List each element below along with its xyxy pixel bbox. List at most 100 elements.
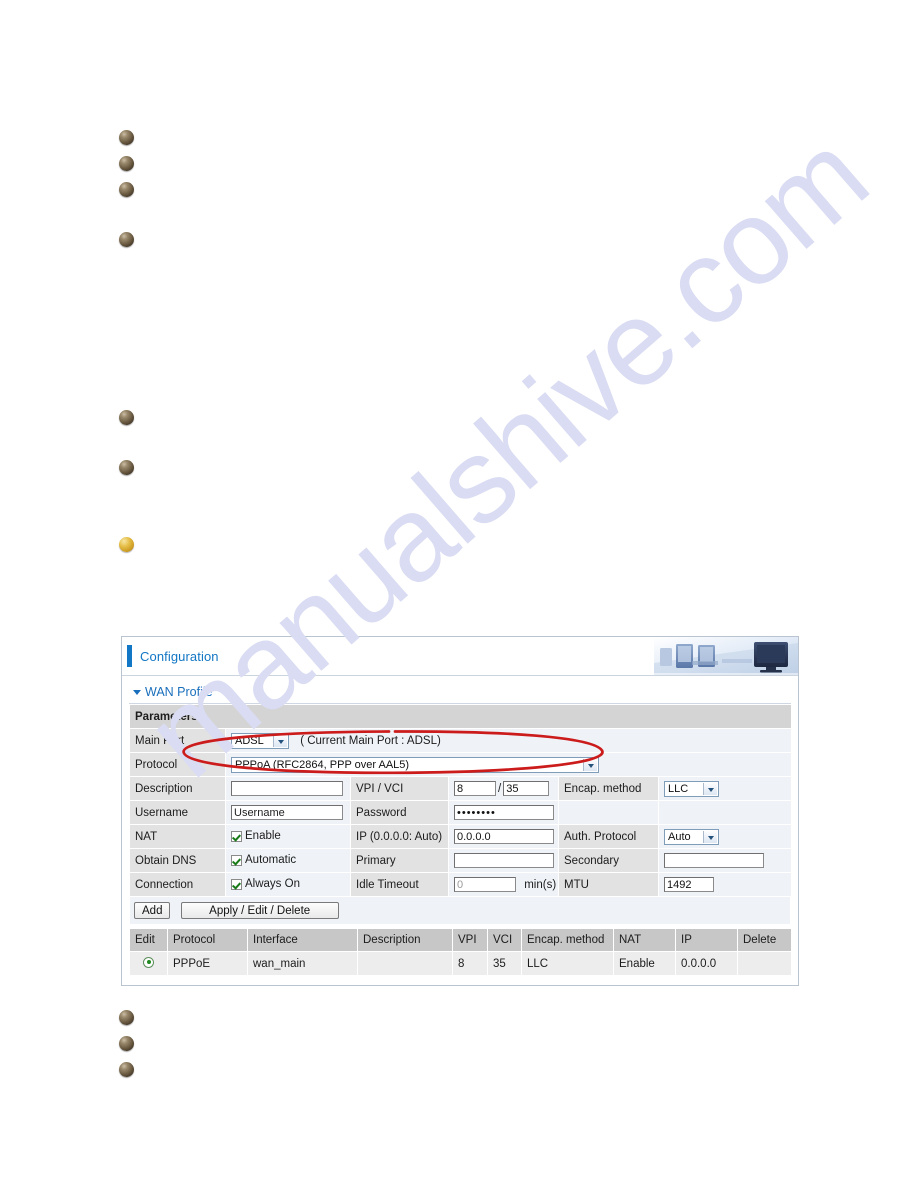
obtain-dns-automatic-checkbox[interactable]: Automatic (231, 854, 296, 866)
bullet-marker-2 (119, 156, 134, 171)
row-vpi: 8 (452, 951, 488, 976)
row-encap-method: LLC (521, 951, 614, 976)
bullet-marker-9 (119, 1036, 134, 1051)
bullet-marker-4 (119, 232, 134, 247)
ip-cell: 0.0.0.0 (448, 824, 559, 849)
page-title: Configuration (140, 648, 219, 664)
router-config-panel: Configuration WAN Profile Parameters Mai… (121, 636, 799, 986)
connection-always-on-checkbox[interactable]: Always On (231, 878, 300, 890)
collapse-triangle-icon[interactable] (133, 689, 141, 695)
table-row[interactable]: PPPoE wan_main 8 35 LLC Enable 0.0.0.0 (129, 951, 792, 976)
main-port-label: Main Port (129, 728, 226, 753)
idle-timeout-label: Idle Timeout (350, 872, 449, 897)
protocol-cell: PPPoA (RFC2864, PPP over AAL5) (224, 752, 793, 777)
secondary-dns-input[interactable] (664, 853, 764, 868)
main-port-note: ( Current Main Port : ADSL) (300, 734, 441, 747)
encap-method-cell: LLC (657, 776, 793, 801)
col-protocol: Protocol (167, 928, 248, 952)
main-port-value: ADSL (235, 734, 264, 747)
col-description: Description (357, 928, 453, 952)
primary-dns-input[interactable] (454, 853, 554, 868)
username-input[interactable]: Username (231, 805, 343, 820)
chevron-down-icon (278, 739, 284, 744)
add-button[interactable]: Add (134, 902, 171, 919)
header-accent-bar (127, 645, 132, 667)
col-interface: Interface (247, 928, 358, 952)
primary-dns-cell (448, 848, 559, 873)
vpi-input[interactable]: 8 (454, 781, 496, 796)
col-ip: IP (675, 928, 738, 952)
row-main-port: Main Port ADSL ( Current Main Port : ADS… (129, 728, 793, 753)
row-connection: Connection Always On Idle Timeout 0 min(… (129, 872, 793, 897)
form-button-row: Add Apply / Edit / Delete (129, 897, 791, 925)
encap-method-label: Encap. method (558, 776, 659, 801)
connection-label: Connection (129, 872, 226, 897)
apply-edit-delete-button[interactable]: Apply / Edit / Delete (180, 902, 339, 919)
row-ip: 0.0.0.0 (675, 951, 738, 976)
protocol-value: PPPoA (RFC2864, PPP over AAL5) (235, 758, 410, 771)
panel-body: WAN Profile Parameters Main Port ADSL (… (122, 676, 798, 985)
checkbox-checked-icon[interactable] (231, 878, 242, 890)
vci-input[interactable]: 35 (503, 781, 550, 796)
parameters-label: Parameters (128, 704, 793, 729)
password-cell: •••••••• (448, 800, 559, 825)
username-row-spacer-2 (657, 800, 793, 825)
row-edit-cell[interactable] (129, 951, 168, 976)
username-cell: Username (225, 800, 351, 825)
idle-timeout-input[interactable]: 0 (454, 877, 516, 892)
col-vpi: VPI (452, 928, 488, 952)
protocol-dropdown[interactable]: PPPoA (RFC2864, PPP over AAL5) (231, 756, 599, 773)
mtu-input[interactable]: 1492 (664, 877, 714, 892)
auth-protocol-select[interactable]: Auto (664, 828, 719, 845)
parameters-form-table: Parameters Main Port ADSL ( Current Main… (128, 704, 793, 897)
checkbox-checked-icon[interactable] (231, 854, 242, 866)
col-edit: Edit (129, 928, 168, 952)
password-input[interactable]: •••••••• (454, 805, 554, 820)
section-header-wan-profile[interactable]: WAN Profile (129, 682, 791, 704)
wan-profile-list-table: Edit Protocol Interface Description VPI … (129, 928, 792, 976)
nat-label: NAT (129, 824, 226, 849)
row-delete-cell[interactable] (737, 951, 792, 976)
chevron-down-icon (588, 763, 594, 768)
password-label: Password (350, 800, 449, 825)
bullet-marker-7-highlight (119, 537, 134, 552)
secondary-dns-label: Secondary (558, 848, 659, 873)
obtain-dns-automatic-label: Automatic (245, 854, 297, 867)
row-vci: 35 (487, 951, 522, 976)
protocol-label: Protocol (129, 752, 226, 777)
office-computers-banner-icon (654, 637, 798, 675)
encap-method-select[interactable]: LLC (664, 780, 719, 797)
nat-enable-checkbox[interactable]: Enable (231, 830, 281, 842)
auth-protocol-value: Auto (668, 830, 691, 843)
description-input[interactable] (231, 781, 343, 796)
bullet-marker-5 (119, 410, 134, 425)
row-interface: wan_main (247, 951, 358, 976)
nat-enable-label: Enable (245, 830, 281, 843)
col-encap-method: Encap. method (521, 928, 614, 952)
description-cell (225, 776, 351, 801)
vpi-vci-cell: 8/35 (448, 776, 559, 801)
mtu-cell: 1492 (657, 872, 793, 897)
row-obtain-dns: Obtain DNS Automatic Primary Secondary (129, 848, 793, 873)
vpi-vci-label: VPI / VCI (350, 776, 449, 801)
obtain-dns-label: Obtain DNS (129, 848, 226, 873)
connection-cell: Always On (225, 872, 351, 897)
radio-selected-icon[interactable] (143, 956, 154, 968)
auth-protocol-cell: Auto (657, 824, 793, 849)
bullet-marker-10 (119, 1062, 134, 1077)
row-description: Description VPI / VCI 8/35 Encap. method… (129, 776, 793, 801)
username-row-spacer-1 (558, 800, 659, 825)
primary-dns-label: Primary (350, 848, 449, 873)
checkbox-checked-icon[interactable] (231, 830, 242, 842)
panel-header: Configuration (122, 637, 798, 676)
idle-timeout-unit: min(s) (524, 878, 557, 891)
row-nat: NAT Enable IP (0.0.0.0: Auto) 0.0.0.0 Au… (129, 824, 793, 849)
main-port-select[interactable]: ADSL (231, 732, 289, 749)
ip-input[interactable]: 0.0.0.0 (454, 829, 554, 844)
bullet-marker-6 (119, 460, 134, 475)
vpi-vci-separator: / (498, 782, 502, 795)
mtu-label: MTU (558, 872, 659, 897)
username-label: Username (129, 800, 226, 825)
row-nat: Enable (613, 951, 676, 976)
nat-cell: Enable (225, 824, 351, 849)
